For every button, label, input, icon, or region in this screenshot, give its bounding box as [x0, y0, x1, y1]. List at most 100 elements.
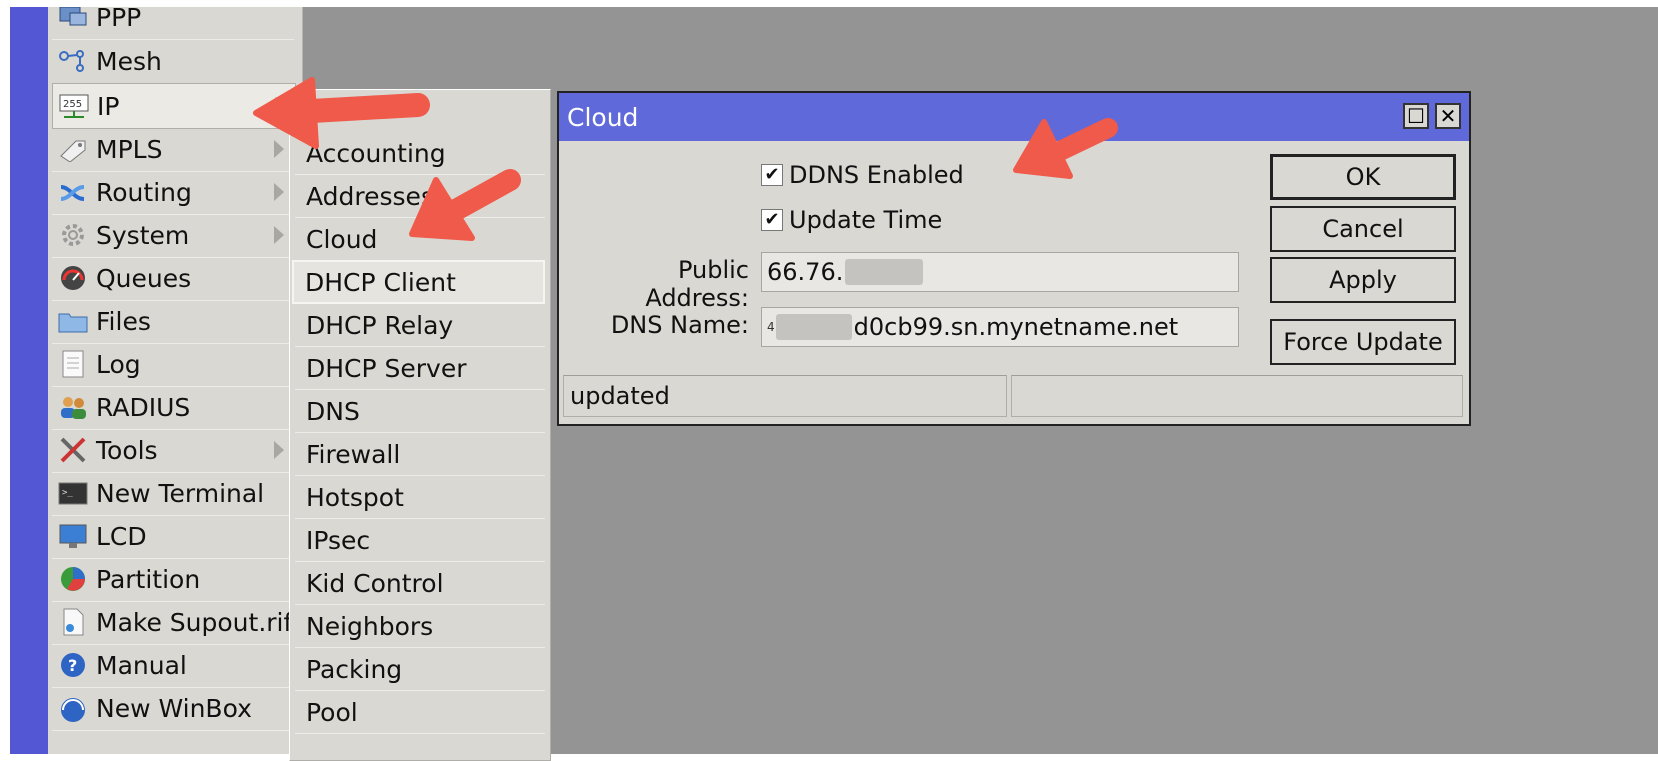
svg-text:?: ? [68, 656, 77, 675]
submenu-arrow-icon [275, 97, 285, 115]
menu-item-system[interactable]: System [52, 213, 294, 258]
submenu-item-label: DHCP Server [306, 354, 467, 383]
public-address-field[interactable]: 66.76. [761, 252, 1239, 292]
menu-item-partition[interactable]: Partition [52, 557, 294, 602]
left-strip [10, 7, 48, 754]
submenu-item-label: DNS [306, 397, 360, 426]
menu-item-label: MPLS [96, 134, 163, 164]
maximize-button[interactable]: ☐ [1403, 103, 1429, 129]
menu-item-radius[interactable]: RADIUS [52, 385, 294, 430]
submenu-item-label: IPsec [306, 526, 371, 555]
force-update-button[interactable]: Force Update [1270, 319, 1456, 365]
menu-item-ppp[interactable]: PPP [52, 7, 294, 40]
ddns-enabled-row: ✔ DDNS Enabled [761, 161, 964, 189]
submenu-item-pool[interactable]: Pool [295, 692, 545, 734]
monitor-icon [56, 519, 90, 553]
pie-chart-icon [56, 562, 90, 596]
menu-item-label: RADIUS [96, 392, 191, 422]
menu-item-manual[interactable]: ? Manual [52, 643, 294, 688]
menu-item-routing[interactable]: Routing [52, 170, 294, 215]
submenu-item-hotspot[interactable]: Hotspot [295, 477, 545, 519]
submenu-arrow-icon [274, 441, 284, 459]
dialog-titlebar[interactable]: Cloud ☐ ✕ [559, 93, 1469, 141]
submenu-item-addresses[interactable]: Addresses [295, 176, 545, 218]
update-time-label: Update Time [789, 206, 943, 234]
submenu-item-cloud[interactable]: Cloud [295, 219, 545, 261]
ip-icon: 255 [57, 89, 91, 123]
submenu-arrow-icon [274, 226, 284, 244]
help-icon: ? [56, 648, 90, 682]
ppp-icon [56, 7, 90, 34]
menu-item-label: PPP [96, 7, 142, 32]
menu-item-tools[interactable]: Tools [52, 428, 294, 473]
menu-item-label: System [96, 220, 190, 250]
submenu-item-dhcp-server[interactable]: DHCP Server [295, 348, 545, 390]
folder-icon [56, 304, 90, 338]
submenu-arrow-icon [274, 183, 284, 201]
menu-item-mesh[interactable]: Mesh [52, 39, 294, 84]
tools-icon [56, 433, 90, 467]
menu-item-lcd[interactable]: LCD [52, 514, 294, 559]
svg-text:>_: >_ [62, 488, 73, 498]
ddns-enabled-checkbox[interactable]: ✔ [761, 164, 783, 186]
svg-text:255: 255 [63, 99, 82, 110]
menu-item-label: IP [97, 91, 120, 121]
update-time-row: ✔ Update Time [761, 206, 942, 234]
submenu-item-label: Cloud [306, 225, 378, 254]
submenu-item-accounting[interactable]: Accounting [295, 133, 545, 175]
submenu-item-packing[interactable]: Packing [295, 649, 545, 691]
menu-item-ip[interactable]: 255 IP [52, 83, 296, 129]
redacted-blur [775, 314, 852, 340]
menu-item-label: Mesh [96, 46, 162, 76]
submenu-item-neighbors[interactable]: Neighbors [295, 606, 545, 648]
submenu-item-kid-control[interactable]: Kid Control [295, 563, 545, 605]
submenu-item-label: Packing [306, 655, 403, 684]
menu-item-label: Manual [96, 650, 187, 680]
submenu-item-label: Addresses [306, 182, 434, 211]
dns-name-value: d0cb99.sn.mynetname.net [853, 313, 1179, 341]
status-bar-message: updated [563, 375, 1007, 417]
routing-icon [56, 175, 90, 209]
close-button[interactable]: ✕ [1435, 103, 1461, 129]
menu-item-make-supout[interactable]: Make Supout.rif [52, 600, 294, 645]
log-document-icon [56, 347, 90, 381]
menu-item-new-terminal[interactable]: >_ New Terminal [52, 471, 294, 516]
cancel-button[interactable]: Cancel [1270, 206, 1456, 252]
public-address-label: Public Address: [645, 256, 749, 312]
status-bar-secondary [1011, 375, 1463, 417]
ip-submenu: Accounting Addresses Cloud DHCP Client D… [289, 89, 551, 761]
menu-item-queues[interactable]: Queues [52, 256, 294, 301]
mpls-icon [56, 132, 90, 166]
menu-item-label: Tools [96, 435, 158, 465]
submenu-item-ipsec[interactable]: IPsec [295, 520, 545, 562]
radius-users-icon [56, 390, 90, 424]
menu-item-label: Queues [96, 263, 192, 293]
menu-item-files[interactable]: Files [52, 299, 294, 344]
apply-button[interactable]: Apply [1270, 257, 1456, 303]
menu-item-label: Routing [96, 177, 192, 207]
submenu-item-dhcp-relay[interactable]: DHCP Relay [295, 305, 545, 347]
menu-item-label: LCD [96, 521, 147, 551]
update-time-checkbox[interactable]: ✔ [761, 209, 783, 231]
submenu-item-label: DHCP Relay [306, 311, 454, 340]
menu-item-new-winbox[interactable]: New WinBox [52, 686, 294, 731]
submenu-item-dns[interactable]: DNS [295, 391, 545, 433]
menu-item-label: New Terminal [96, 478, 265, 508]
public-address-value: 66.76. [767, 258, 844, 286]
submenu-item-firewall[interactable]: Firewall [295, 434, 545, 476]
submenu-item-label: DHCP Client [305, 267, 456, 297]
submenu-item-label: Hotspot [306, 483, 404, 512]
terminal-icon: >_ [56, 476, 90, 510]
submenu-item-label: Neighbors [306, 612, 434, 641]
dialog-title: Cloud [567, 103, 639, 132]
menu-item-log[interactable]: Log [52, 342, 294, 387]
dns-name-field[interactable]: 4 d0cb99.sn.mynetname.net [761, 307, 1239, 347]
submenu-item-dhcp-client[interactable]: DHCP Client [292, 260, 545, 304]
cloud-dialog: Cloud ☐ ✕ ✔ DDNS Enabled ✔ Update Time P… [557, 91, 1471, 426]
submenu-item-label: Pool [306, 698, 358, 727]
menu-item-label: Make Supout.rif [96, 607, 293, 637]
ok-button[interactable]: OK [1270, 154, 1456, 200]
system-gear-icon [56, 218, 90, 252]
file-icon [56, 605, 90, 639]
menu-item-mpls[interactable]: MPLS [52, 127, 294, 172]
